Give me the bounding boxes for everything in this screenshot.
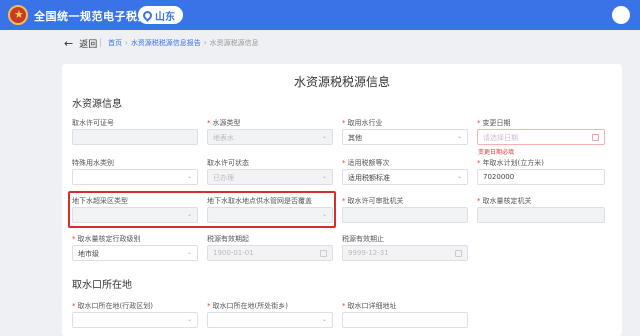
- location-pin-icon: [141, 8, 154, 22]
- breadcrumb-current: 水资源税源信息: [209, 39, 259, 47]
- arrow-left-icon: ←: [64, 36, 74, 50]
- chevron-down-icon: ⌄: [186, 249, 192, 256]
- permit-status-select[interactable]: 已办理 ⌄: [207, 169, 333, 185]
- region-selector[interactable]: 山东: [138, 6, 183, 24]
- highlight-box: [68, 191, 336, 228]
- breadcrumb-divider: [100, 38, 101, 47]
- calendar-icon: [592, 134, 599, 141]
- user-avatar-icon[interactable]: [612, 6, 630, 24]
- permit-no-label: 取水许可证号: [72, 119, 114, 127]
- outlet-street-label: * 取水口所在地(所处街乡): [207, 302, 288, 310]
- valid-to-label: 税源有效期止: [342, 235, 384, 243]
- calendar-icon: [455, 250, 462, 257]
- outlet-division-label: * 取水口所在地(行政区划): [72, 302, 153, 310]
- verify-level-label: * 取水量核定行政级别: [72, 235, 141, 243]
- water-source-type-select[interactable]: 地表水 ⌄: [207, 129, 333, 145]
- change-date-picker[interactable]: 请选择日期: [477, 129, 605, 145]
- verify-level-select[interactable]: 地市级 ⌄: [72, 245, 198, 261]
- page-title: 水资源税税源信息: [293, 75, 390, 89]
- breadcrumb-home[interactable]: 首页: [108, 39, 122, 47]
- chevron-down-icon: ⌄: [186, 316, 192, 323]
- water-industry-label: * 取用水行业: [342, 119, 383, 127]
- water-source-type-label: * 水源类型: [207, 119, 241, 127]
- breadcrumb-sep: ›: [125, 39, 128, 47]
- change-date-error: 变更日期必填: [478, 149, 515, 156]
- outlet-street-select[interactable]: ⌄: [207, 312, 333, 328]
- outlet-address-label: * 取水口详细地址: [342, 302, 397, 310]
- verify-org-field[interactable]: [477, 207, 605, 223]
- back-label: 返回: [79, 40, 98, 50]
- valid-from-label: 税源有效期起: [207, 235, 249, 243]
- top-bar: ★ 全国统一规范电子税务局 山东: [0, 0, 640, 30]
- water-industry-select[interactable]: 其他 ⌄: [342, 129, 468, 145]
- approval-org-field[interactable]: [342, 207, 468, 223]
- tax-level-label: * 适用税额等次: [342, 159, 390, 167]
- change-date-label: * 变更日期: [477, 119, 511, 127]
- permit-no-field[interactable]: [72, 129, 198, 145]
- special-water-type-select[interactable]: ⌄: [72, 169, 198, 185]
- calendar-icon: [320, 250, 327, 257]
- chevron-down-icon: ⌄: [321, 316, 327, 323]
- verify-org-label: * 取水量核定机关: [477, 197, 532, 205]
- annual-plan-label: * 年取水计划(立方米): [477, 159, 544, 167]
- breadcrumb: 首页 › 水资源税税源信息报告 › 水资源税源信息: [100, 38, 259, 48]
- breadcrumb-report[interactable]: 水资源税税源信息报告: [131, 39, 201, 47]
- valid-to-picker[interactable]: 9999-12-31: [342, 245, 468, 261]
- section-title-water-info: 水资源信息: [72, 99, 122, 110]
- section-title-outlet-location: 取水口所在地: [72, 280, 132, 291]
- annual-plan-input[interactable]: 7020000: [477, 169, 605, 185]
- outlet-address-input[interactable]: [342, 312, 468, 328]
- approval-org-label: * 取水许可审批机关: [342, 197, 404, 205]
- back-button[interactable]: ← 返回: [64, 36, 98, 51]
- chevron-down-icon: ⌄: [456, 133, 462, 140]
- chevron-down-icon: ⌄: [321, 133, 327, 140]
- chevron-down-icon: ⌄: [321, 173, 327, 180]
- breadcrumb-sep: ›: [203, 39, 207, 47]
- special-water-type-label: 特殊用水类别: [72, 159, 114, 167]
- tax-level-select[interactable]: 适用税额标准 ⌄: [342, 169, 468, 185]
- national-emblem-icon: ★: [8, 5, 28, 25]
- chevron-down-icon: ⌄: [456, 173, 462, 180]
- chevron-down-icon: ⌄: [186, 173, 192, 180]
- outlet-division-select[interactable]: ⌄: [72, 312, 198, 328]
- permit-status-label: 取水许可状态: [207, 159, 249, 167]
- region-label: 山东: [155, 11, 175, 23]
- valid-from-picker[interactable]: 1900-01-01: [207, 245, 333, 261]
